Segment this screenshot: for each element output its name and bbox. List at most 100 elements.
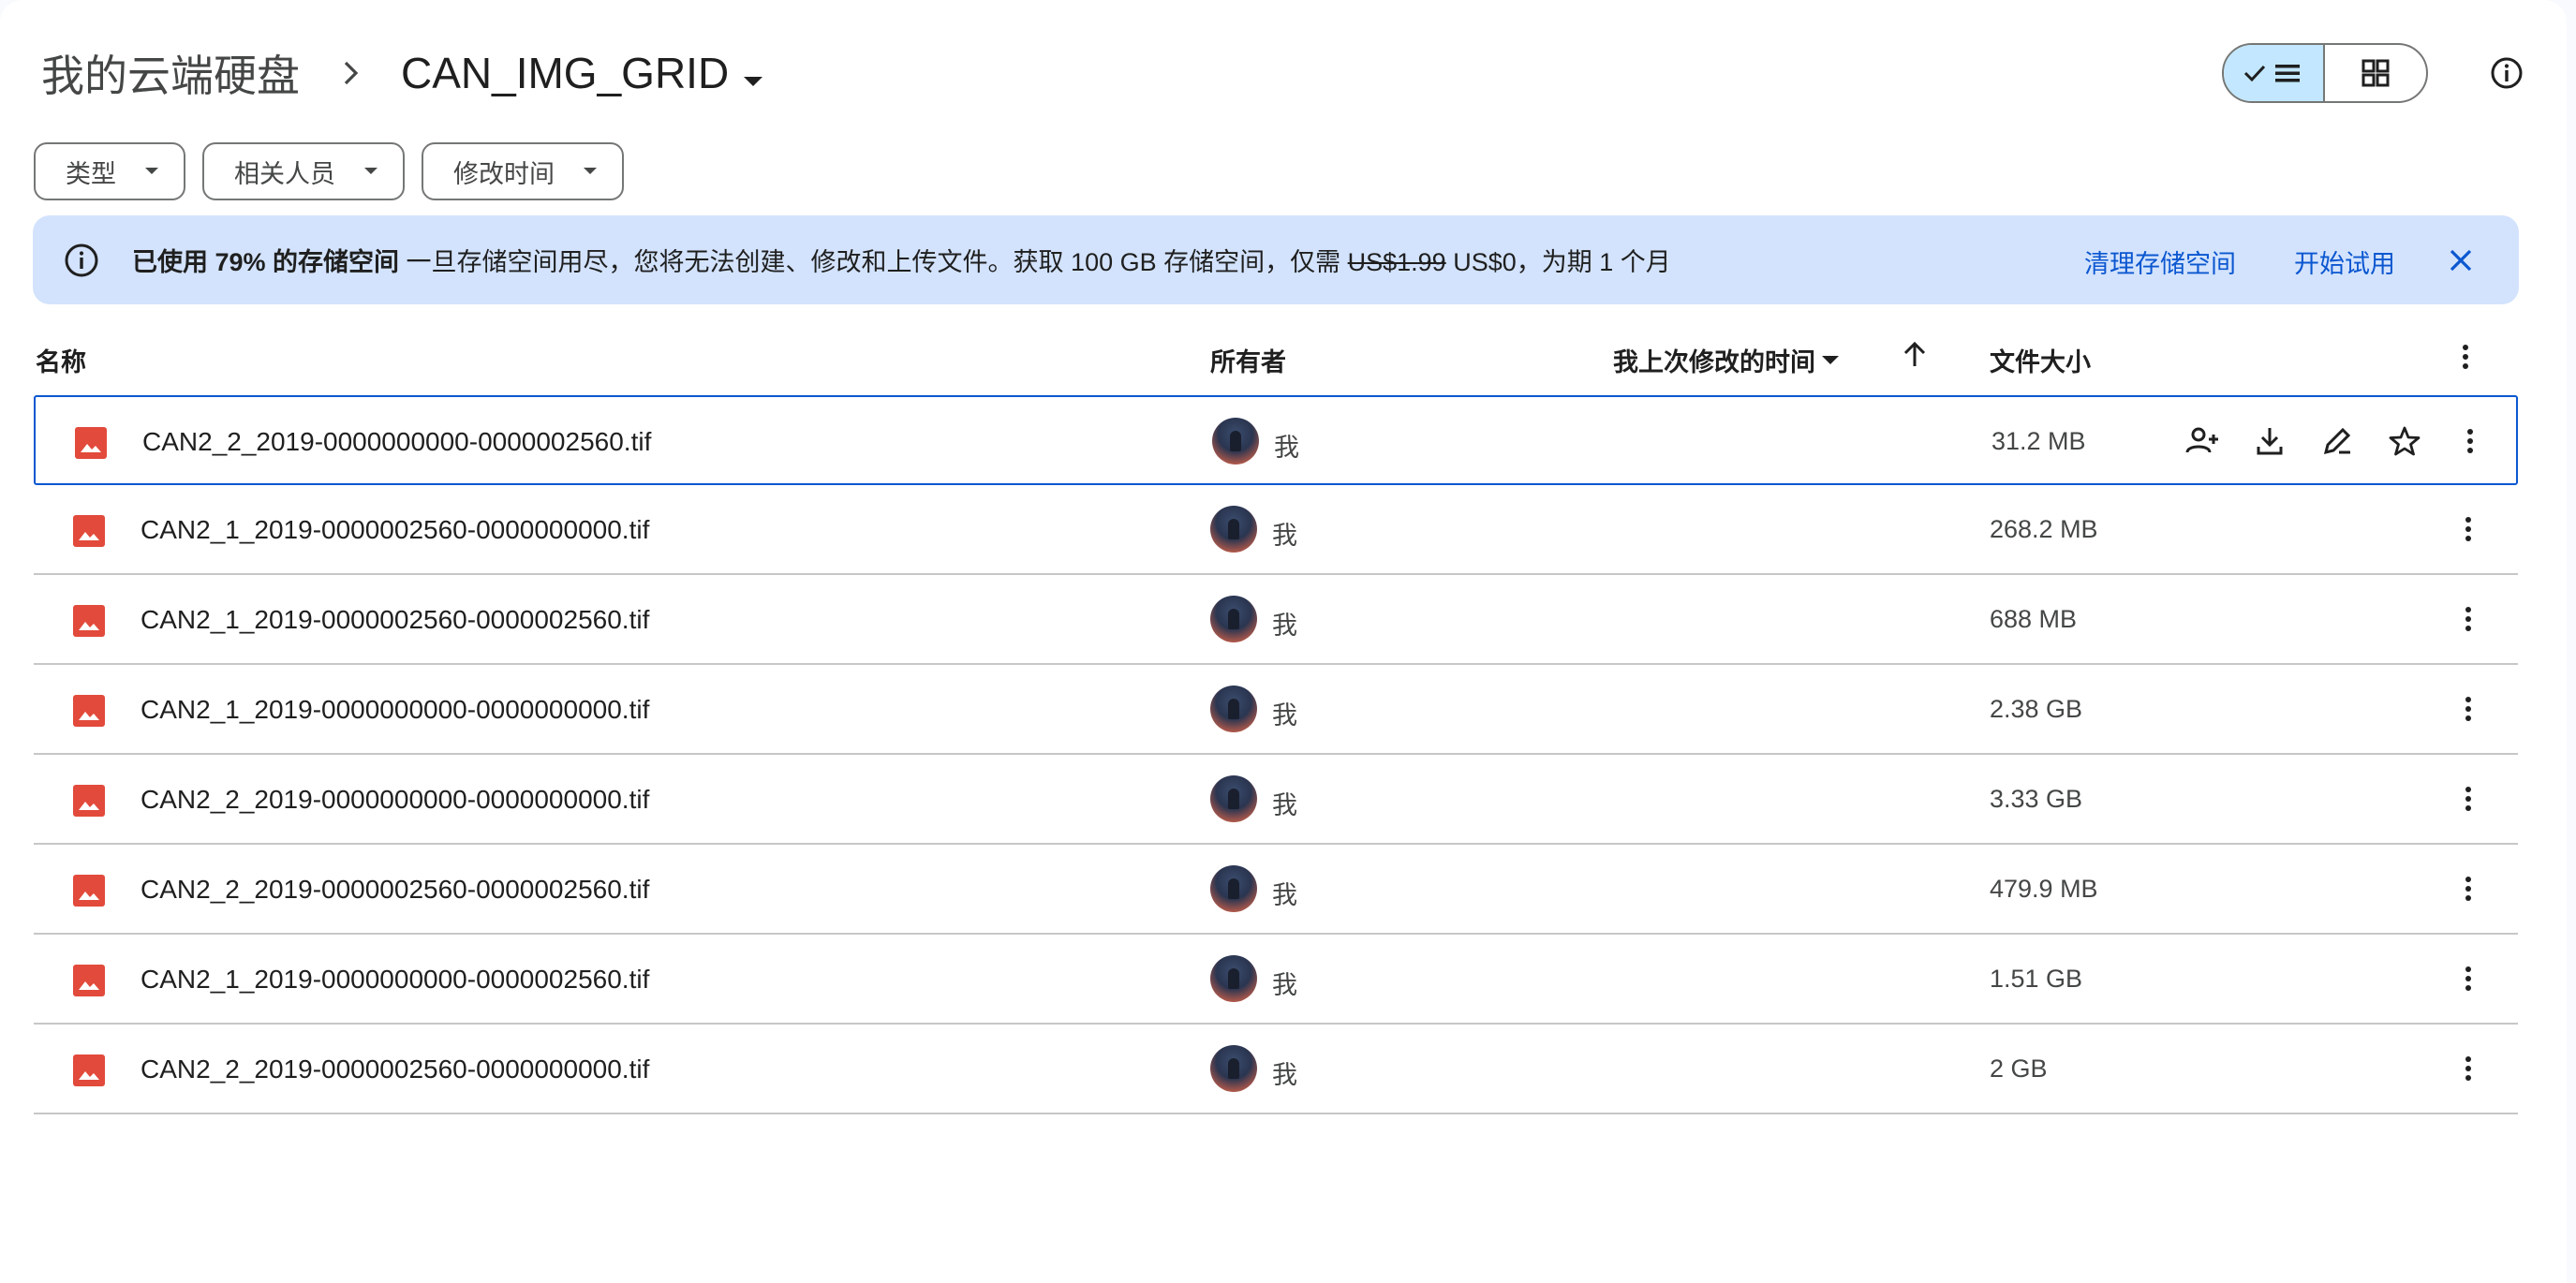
avatar <box>1210 1045 1257 1092</box>
column-owner[interactable]: 所有者 <box>1210 342 1286 378</box>
owner-name: 我 <box>1272 881 1297 909</box>
image-file-icon <box>73 1054 105 1086</box>
download-icon[interactable] <box>2250 421 2289 461</box>
grid-view-button[interactable] <box>2325 45 2426 101</box>
filter-type[interactable]: 类型 <box>34 142 185 200</box>
avatar <box>1212 418 1259 465</box>
avatar <box>1210 686 1257 732</box>
filter-people-label: 相关人员 <box>234 159 335 188</box>
info-icon <box>63 242 100 279</box>
file-size: 268.2 MB <box>1990 515 2098 543</box>
more-options-icon[interactable] <box>2449 779 2488 818</box>
owner-name: 我 <box>1272 701 1297 730</box>
details-button[interactable] <box>2480 47 2533 99</box>
avatar <box>1210 955 1257 1002</box>
more-options-icon[interactable] <box>2449 599 2488 639</box>
clean-storage-link[interactable]: 清理存储空间 <box>2084 243 2236 280</box>
file-size: 1.51 GB <box>1990 965 2083 993</box>
column-modified[interactable]: 我上次修改的时间 <box>1613 342 1840 378</box>
file-name[interactable]: CAN2_2_2019-0000000000-0000002560.tif <box>142 427 651 457</box>
caret-down-icon <box>742 48 764 98</box>
table-row[interactable]: CAN2_1_2019-0000002560-0000000000.tif 我 … <box>34 485 2518 575</box>
file-size: 688 MB <box>1990 605 2078 633</box>
image-file-icon <box>73 965 105 996</box>
folder-title: CAN_IMG_GRID <box>401 49 730 97</box>
table-row[interactable]: CAN2_2_2019-0000000000-0000002560.tif 我 … <box>34 395 2518 485</box>
filter-modified-label: 修改时间 <box>453 159 555 188</box>
image-file-icon <box>73 605 105 637</box>
sort-direction-button[interactable] <box>1900 340 1930 376</box>
owner-name: 我 <box>1272 612 1297 640</box>
image-file-icon <box>75 427 107 459</box>
table-row[interactable]: CAN2_1_2019-0000000000-0000000000.tif 我 … <box>34 665 2518 755</box>
arrow-up-icon <box>1903 341 1926 366</box>
file-list: CAN2_2_2019-0000000000-0000002560.tif 我 … <box>34 395 2518 1114</box>
file-name[interactable]: CAN2_1_2019-0000000000-0000000000.tif <box>141 695 649 725</box>
more-options-icon[interactable] <box>2449 509 2488 549</box>
table-row[interactable]: CAN2_1_2019-0000002560-0000002560.tif 我 … <box>34 575 2518 665</box>
file-name[interactable]: CAN2_2_2019-0000002560-0000002560.tif <box>141 875 649 905</box>
caret-down-icon <box>145 168 158 174</box>
banner-old-price: US$1.99 <box>1347 248 1446 276</box>
grid-icon <box>2361 59 2390 87</box>
filter-chips: 类型 相关人员 修改时间 <box>34 142 624 200</box>
banner-message: 已使用 79% 的存储空间 一旦存储空间用尽，您将无法创建、修改和上传文件。获取… <box>132 242 1671 278</box>
more-options-icon[interactable] <box>2449 340 2482 380</box>
column-modified-label: 我上次修改的时间 <box>1613 348 1815 376</box>
list-view-button[interactable] <box>2224 45 2325 101</box>
drive-page: 我的云端硬盘 CAN_IMG_GRID 类型 相关人员 修改时间 已使用 79%… <box>0 0 2567 1283</box>
more-options-icon[interactable] <box>2449 869 2488 908</box>
row-actions <box>2183 421 2424 461</box>
image-file-icon <box>73 515 105 547</box>
owner-name: 我 <box>1272 522 1297 550</box>
image-file-icon <box>73 785 105 817</box>
avatar <box>1210 865 1257 912</box>
caret-down-icon <box>584 168 597 174</box>
file-size: 31.2 MB <box>1991 427 2086 455</box>
owner-name: 我 <box>1274 434 1299 462</box>
breadcrumb-current-folder[interactable]: CAN_IMG_GRID <box>390 42 776 104</box>
table-row[interactable]: CAN2_1_2019-0000000000-0000002560.tif 我 … <box>34 935 2518 1025</box>
more-options-icon[interactable] <box>2449 959 2488 998</box>
file-name[interactable]: CAN2_1_2019-0000002560-0000002560.tif <box>141 605 649 635</box>
chevron-right-icon <box>341 59 362 87</box>
rename-icon[interactable] <box>2317 421 2357 461</box>
more-options-icon[interactable] <box>2450 421 2490 461</box>
file-size: 2.38 GB <box>1990 695 2083 723</box>
start-trial-link[interactable]: 开始试用 <box>2294 243 2395 280</box>
file-size: 2 GB <box>1990 1054 2048 1083</box>
file-name[interactable]: CAN2_2_2019-0000000000-0000000000.tif <box>141 785 649 815</box>
file-size: 3.33 GB <box>1990 785 2083 813</box>
table-row[interactable]: CAN2_2_2019-0000002560-0000002560.tif 我 … <box>34 845 2518 935</box>
banner-usage: 已使用 79% 的存储空间 <box>132 248 400 276</box>
owner-name: 我 <box>1272 1061 1297 1089</box>
star-icon[interactable] <box>2385 421 2424 461</box>
caret-down-icon <box>1822 355 1839 364</box>
image-file-icon <box>73 875 105 907</box>
page-header: 我的云端硬盘 CAN_IMG_GRID <box>34 36 2533 111</box>
column-size[interactable]: 文件大小 <box>1990 342 2091 378</box>
caret-down-icon <box>364 168 378 174</box>
view-toggle <box>2222 43 2428 103</box>
share-icon[interactable] <box>2183 421 2222 461</box>
file-size: 479.9 MB <box>1990 875 2098 903</box>
file-name[interactable]: CAN2_1_2019-0000002560-0000000000.tif <box>141 515 649 545</box>
column-name[interactable]: 名称 <box>36 342 86 378</box>
avatar <box>1210 506 1257 553</box>
more-options-icon[interactable] <box>2449 689 2488 729</box>
owner-name: 我 <box>1272 971 1297 999</box>
check-list-icon <box>2243 65 2300 82</box>
table-row[interactable]: CAN2_2_2019-0000000000-0000000000.tif 我 … <box>34 755 2518 845</box>
file-name[interactable]: CAN2_2_2019-0000002560-0000000000.tif <box>141 1054 649 1084</box>
avatar <box>1210 775 1257 822</box>
filter-modified[interactable]: 修改时间 <box>422 142 624 200</box>
table-row[interactable]: CAN2_2_2019-0000002560-0000000000.tif 我 … <box>34 1025 2518 1114</box>
filter-people[interactable]: 相关人员 <box>202 142 405 200</box>
banner-text-1: 一旦存储空间用尽，您将无法创建、修改和上传文件。获取 100 GB 存储空间，仅… <box>399 248 1348 276</box>
breadcrumb-root[interactable]: 我的云端硬盘 <box>34 37 307 110</box>
banner-text-2: US$0，为期 1 个月 <box>1445 248 1671 276</box>
file-name[interactable]: CAN2_1_2019-0000000000-0000002560.tif <box>141 965 649 995</box>
close-icon[interactable] <box>2442 242 2480 279</box>
more-options-icon[interactable] <box>2449 1049 2488 1088</box>
avatar <box>1210 596 1257 642</box>
